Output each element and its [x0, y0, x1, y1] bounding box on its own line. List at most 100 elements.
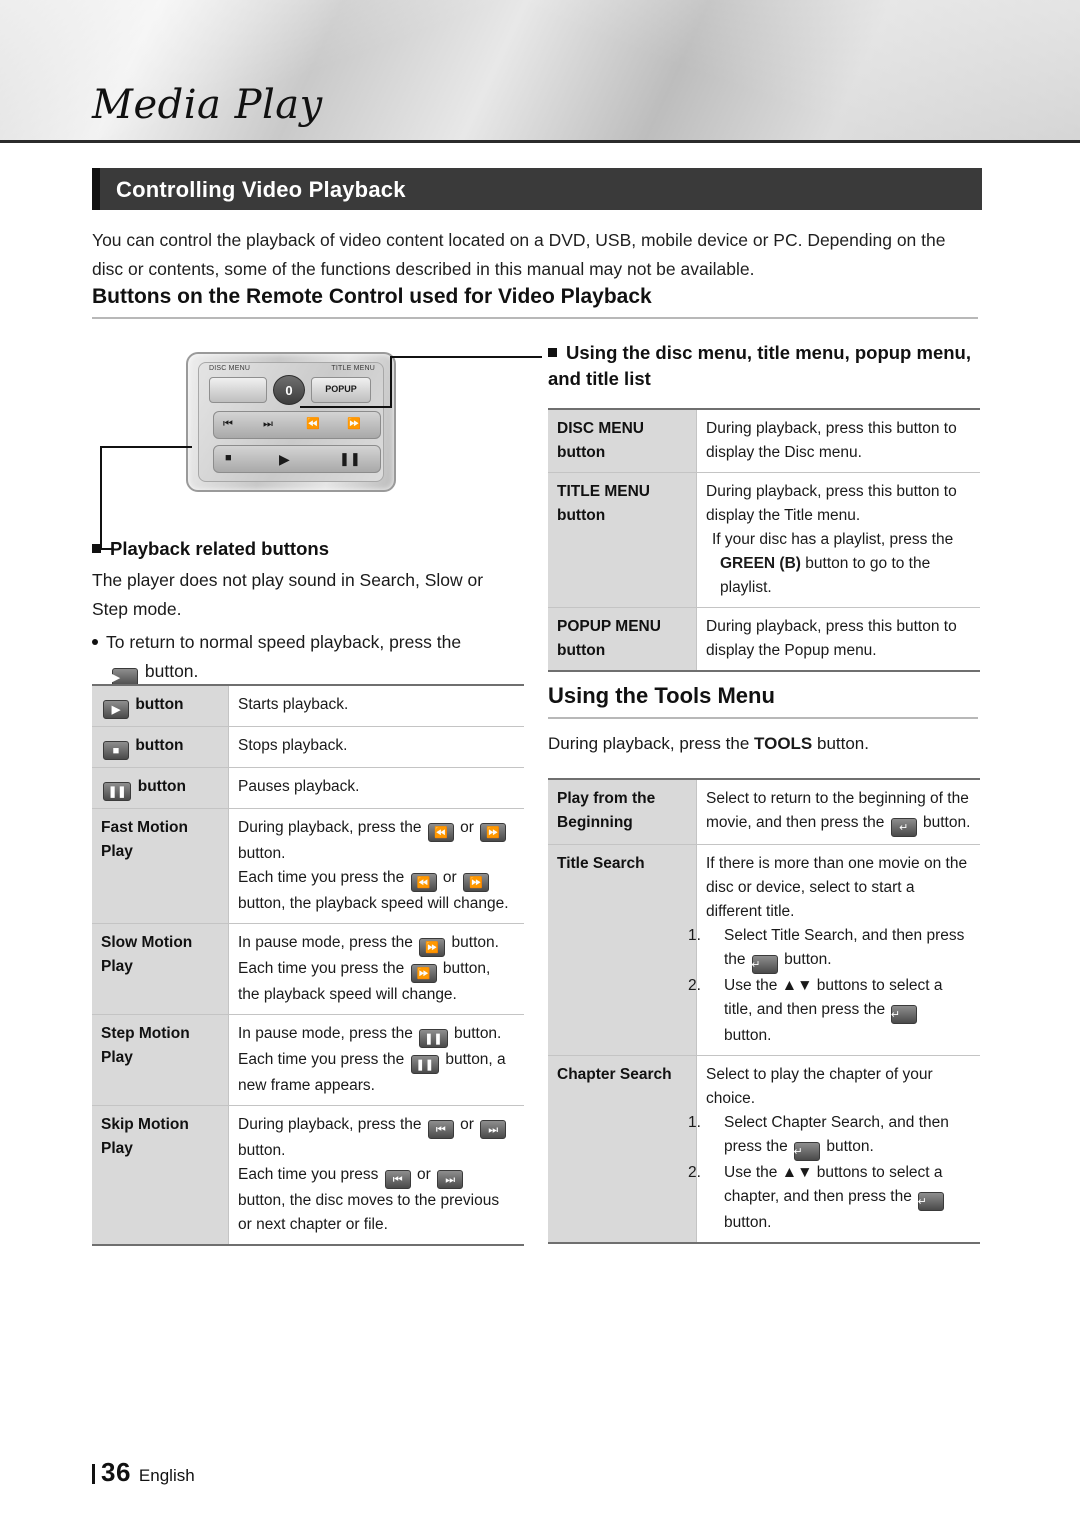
row-value: In pause mode, press the ⏩ button. Each … — [228, 923, 524, 1015]
remote-disc-menu-button — [209, 377, 267, 403]
row-value-line: Select to return to the beginning of the… — [706, 787, 971, 837]
playback-note-bullet-text-b: button. — [144, 661, 199, 681]
table-row: Chapter Search Select to play the chapte… — [548, 1055, 980, 1243]
row-key-slow-motion: Slow Motion Play — [92, 923, 229, 1015]
remote-skip-back-icon: ⏮ — [223, 418, 233, 430]
row-value-bullet: If your disc has a playlist, press the G… — [706, 528, 971, 600]
playback-note-bullet-text-a: To return to normal speed playback, pres… — [106, 632, 462, 652]
step-number: 1. — [688, 1114, 701, 1131]
play-key-icon: ▶ — [103, 700, 129, 719]
row-key-title-search: Title Search — [548, 844, 697, 1056]
table-row: DISC MENU button During playback, press … — [548, 409, 980, 473]
row-value: Select to return to the beginning of the… — [696, 779, 980, 845]
footer-language: English — [138, 1466, 195, 1485]
table-row: Title Search If there is more than one m… — [548, 844, 980, 1056]
footer-rule — [92, 1464, 95, 1484]
row-value: Stops playback. — [228, 726, 524, 768]
row-value: Starts playback. — [228, 685, 524, 727]
tools-menu-table: Play from the Beginning Select to return… — [548, 778, 980, 1244]
row-key-label: button — [135, 696, 184, 713]
pause-key-icon: ❚❚ — [410, 1055, 440, 1074]
row-value-line: Each time you press ⏮ or ⏭ button, the d… — [238, 1166, 500, 1233]
row-key-play-from-beginning: Play from the Beginning — [548, 779, 697, 845]
remote-pause-icon: ❚❚ — [339, 451, 361, 466]
enter-key-icon: ↵ — [918, 1192, 945, 1211]
callout-line-right-down — [300, 406, 392, 408]
row-key-pause: ❚❚ button — [92, 767, 229, 809]
skip-back-key-icon: ⏮ — [427, 1120, 454, 1139]
subsection-heading: Buttons on the Remote Control used for V… — [92, 285, 978, 319]
row-key-fast-motion: Fast Motion Play — [92, 808, 229, 924]
callout-line-right-horizontal — [392, 356, 542, 358]
tools-intro-c: button. — [817, 734, 869, 753]
disc-menu-heading: Using the disc menu, title menu, popup m… — [548, 340, 978, 392]
fast-forward-key-icon: ⏩ — [419, 938, 446, 957]
page-footer: 36 English — [92, 1457, 195, 1488]
row-key-label: Step Motion Play — [101, 1025, 190, 1066]
bullet-square-icon — [92, 544, 101, 553]
tools-key-label: TOOLS — [754, 734, 813, 753]
row-key-stop: ■ button — [92, 726, 229, 768]
fast-forward-key-icon: ⏩ — [480, 823, 507, 842]
row-value-line: Each time you press the ⏩ button, the pl… — [238, 960, 491, 1003]
row-value-line: During playback, press this button to di… — [706, 483, 957, 524]
table-row: POPUP MENU button During playback, press… — [548, 607, 980, 671]
table-row: TITLE MENU button During playback, press… — [548, 472, 980, 608]
row-value: During playback, press the ⏪ or ⏩ button… — [228, 808, 524, 924]
callout-line-right-elbow — [390, 356, 394, 408]
row-key-chapter-search: Chapter Search — [548, 1055, 697, 1243]
page-title: Media Play — [92, 82, 323, 128]
row-value-line: If there is more than one movie on the d… — [706, 855, 968, 920]
remote-label-title-menu: TITLE MENU — [331, 365, 375, 372]
fast-forward-key-icon: ⏩ — [463, 873, 489, 892]
remote-body: DISC MENU TITLE MENU 0 POPUP ⏮ ⏭ ⏪ ⏩ ■ ▶… — [198, 362, 384, 482]
disc-menu-table: DISC MENU button During playback, press … — [548, 408, 980, 672]
remote-stop-icon: ■ — [225, 452, 232, 464]
row-value-line: Select to play the chapter of your choic… — [706, 1066, 933, 1107]
playback-note-paragraph: The player does not play sound in Search… — [92, 570, 484, 619]
row-value: If there is more than one movie on the d… — [688, 844, 980, 1056]
row-value: During playback, press this button to di… — [696, 607, 980, 671]
remote-control-illustration: DISC MENU TITLE MENU 0 POPUP ⏮ ⏭ ⏪ ⏩ ■ ▶… — [186, 352, 396, 492]
row-key-skip-motion: Skip Motion Play — [92, 1105, 229, 1245]
page-number: 36 — [101, 1457, 131, 1487]
step-number: 2. — [688, 1164, 701, 1181]
row-key-label: Fast Motion Play — [101, 819, 188, 860]
row-key-label: button — [135, 737, 184, 754]
rewind-key-icon: ⏪ — [410, 873, 437, 892]
step-number: 2. — [688, 977, 701, 994]
playback-note-block: The player does not play sound in Search… — [92, 566, 522, 687]
row-value-line: Each time you press the ❚❚ button, a new… — [238, 1051, 506, 1094]
remote-play-icon: ▶ — [279, 451, 290, 467]
row-key-title-menu: TITLE MENU button — [548, 472, 697, 608]
playback-note-bullet: To return to normal speed playback, pres… — [92, 628, 522, 687]
table-row: Step Motion Play In pause mode, press th… — [92, 1014, 524, 1106]
section-title-text: Controlling Video Playback — [116, 177, 406, 202]
skip-forward-key-icon: ⏭ — [437, 1170, 464, 1189]
remote-popup-label: POPUP — [325, 384, 357, 394]
remote-rewind-icon: ⏪ — [306, 418, 320, 430]
table-row: Play from the Beginning Select to return… — [548, 779, 980, 845]
table-row: ▶ button Starts playback. — [92, 685, 524, 727]
row-value-step: 2. Use the ▲▼ buttons to select a title, … — [688, 974, 971, 1048]
intro-paragraph: You can control the playback of video co… — [92, 230, 946, 279]
table-row: ❚❚ button Pauses playback. — [92, 767, 524, 809]
row-value: In pause mode, press the ❚❚ button. Each… — [228, 1014, 524, 1106]
row-value-line: In pause mode, press the ❚❚ button. — [238, 1022, 515, 1048]
stop-key-icon: ■ — [103, 741, 129, 760]
remote-fast-forward-icon: ⏩ — [347, 418, 361, 430]
row-value: During playback, press this button to di… — [696, 472, 980, 608]
row-key-disc-menu: DISC MENU button — [548, 409, 697, 473]
row-value-line: In pause mode, press the ⏩ button. — [238, 931, 515, 957]
table-row: ■ button Stops playback. — [92, 726, 524, 768]
callout-line-left-vertical — [100, 446, 104, 550]
green-b-emphasis: GREEN (B) — [720, 555, 801, 572]
row-key-play: ▶ button — [92, 685, 229, 727]
remote-home-label: 0 — [285, 383, 293, 398]
bullet-dot-icon — [92, 639, 98, 645]
callout-line-left-horizontal — [100, 446, 192, 448]
playback-buttons-heading: Playback related buttons — [92, 536, 522, 562]
bullet-square-icon — [548, 348, 557, 357]
disc-menu-heading-text: Using the disc menu, title menu, popup m… — [548, 342, 971, 389]
row-value: During playback, press this button to di… — [696, 409, 980, 473]
